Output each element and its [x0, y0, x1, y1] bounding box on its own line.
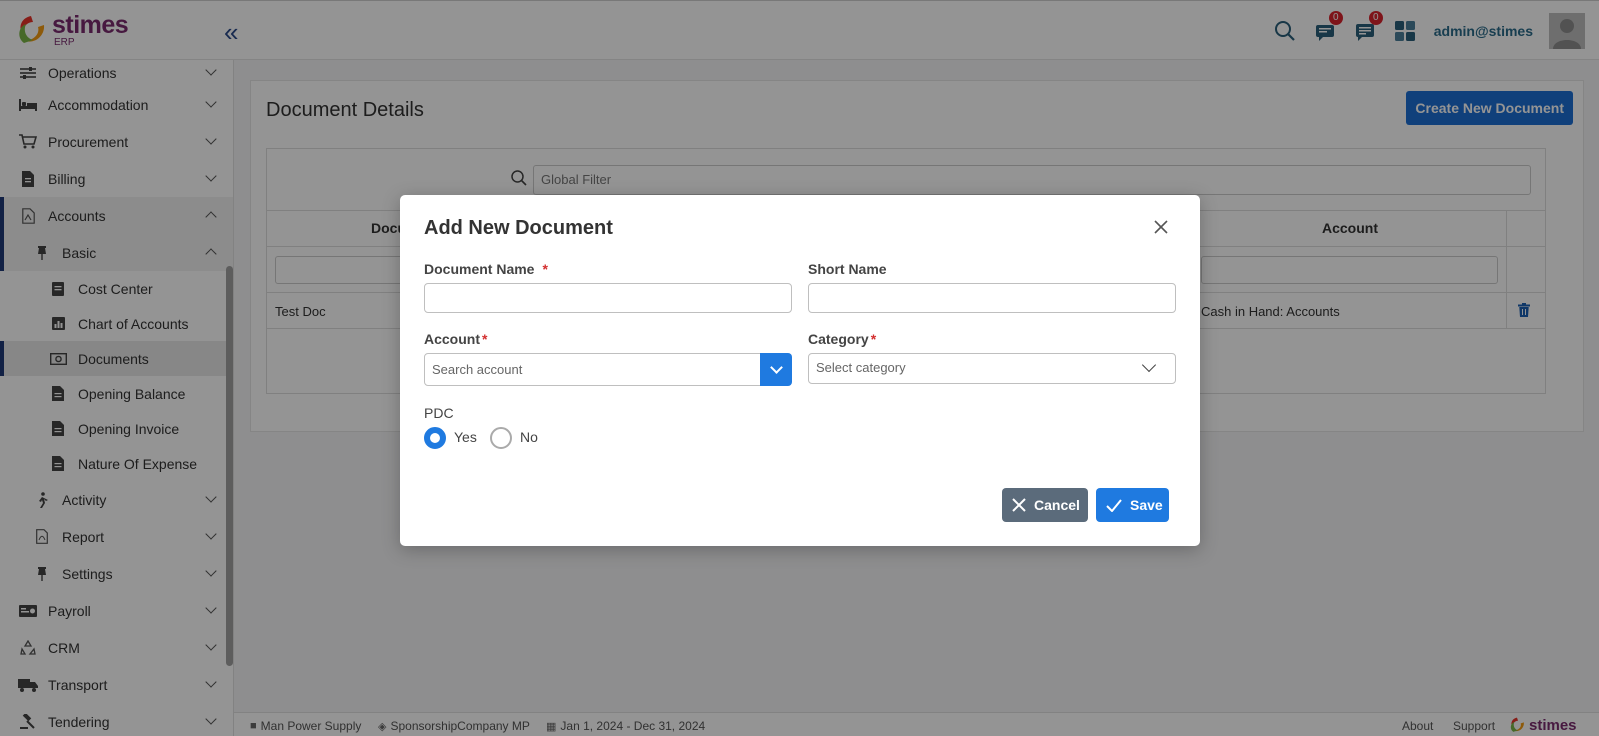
pdc-no-radio[interactable]	[490, 427, 512, 449]
account-dropdown-button[interactable]	[760, 353, 792, 386]
account-search-input[interactable]: Search account	[424, 353, 762, 386]
close-icon[interactable]	[1152, 218, 1170, 236]
category-label: Category *	[808, 331, 876, 347]
required-mark: *	[482, 331, 488, 347]
pdc-no-label[interactable]: No	[520, 429, 538, 445]
document-name-label-text: Document Name	[424, 261, 535, 277]
chevron-down-icon	[769, 360, 783, 374]
save-button[interactable]: Save	[1096, 488, 1169, 522]
category-select[interactable]: Select category	[808, 353, 1176, 384]
required-mark: *	[542, 261, 548, 277]
dialog-title: Add New Document	[424, 217, 613, 239]
document-name-label: Document Name *	[424, 261, 548, 277]
add-document-dialog: Add New Document Document Name * Short Na…	[400, 195, 1200, 546]
pdc-yes-label[interactable]: Yes	[454, 429, 477, 445]
account-label: Account *	[424, 331, 487, 347]
required-mark: *	[870, 331, 877, 347]
cancel-button-label: Cancel	[1034, 497, 1080, 513]
short-name-input[interactable]	[808, 283, 1176, 313]
pdc-yes-radio[interactable]	[424, 427, 446, 449]
short-name-label: Short Name	[808, 261, 887, 277]
category-label-text: Category	[808, 331, 869, 347]
check-icon	[1106, 498, 1122, 512]
pdc-label: PDC	[424, 405, 454, 421]
document-name-input[interactable]	[424, 283, 792, 313]
account-label-text: Account	[424, 331, 480, 347]
save-button-label: Save	[1130, 497, 1163, 513]
close-icon	[1012, 498, 1026, 512]
cancel-button[interactable]: Cancel	[1002, 488, 1088, 522]
